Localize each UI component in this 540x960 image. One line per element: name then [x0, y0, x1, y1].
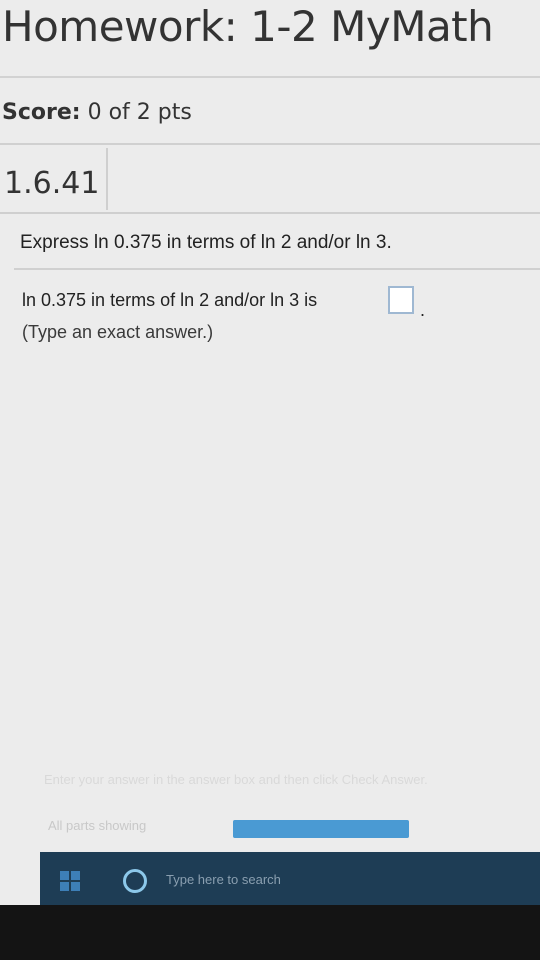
score-value: 0 of 2 pts: [87, 100, 192, 125]
parts-showing-label: All parts showing: [48, 818, 147, 833]
page-title: Homework: 1-2 MyMath: [2, 2, 494, 51]
windows-logo-icon[interactable]: [60, 871, 80, 891]
browser-page: Homework: 1-2 MyMath Score: 0 of 2 pts 1…: [0, 0, 540, 905]
score-divider: [0, 143, 540, 145]
title-divider: [0, 76, 540, 78]
parts-progress-fill: [233, 820, 409, 838]
windows-taskbar: Type here to search: [40, 852, 540, 905]
answer-suffix: .: [420, 300, 426, 320]
question-number: 1.6.41: [4, 166, 100, 201]
taskbar-search-input[interactable]: Type here to search: [166, 872, 281, 887]
question-prompt: Express ln 0.375 in terms of ln 2 and/or…: [20, 232, 392, 253]
parts-progress-bar: [233, 820, 409, 838]
score-display: Score: 0 of 2 pts: [2, 100, 192, 125]
question-divider: [14, 268, 540, 270]
answer-input-box[interactable]: [388, 286, 414, 314]
answer-hint: (Type an exact answer.): [22, 322, 214, 342]
footer-instruction: Enter your answer in the answer box and …: [44, 772, 428, 787]
question-header-divider: [0, 212, 540, 214]
score-label: Score:: [2, 100, 81, 125]
cortana-circle-icon[interactable]: [123, 869, 147, 893]
answer-prefix: ln 0.375 in terms of ln 2 and/or ln 3 is: [22, 290, 318, 310]
